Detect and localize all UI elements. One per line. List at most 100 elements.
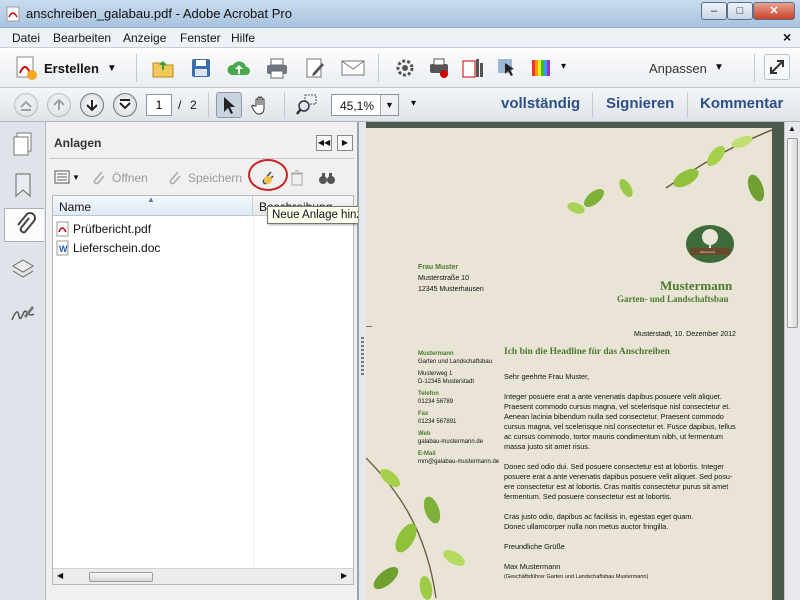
hand-tool-icon[interactable] [248,92,274,118]
menu-bearbeiten[interactable]: Bearbeiten [53,31,111,45]
sender-phone-label: Telefon [418,391,439,397]
chevron-down-icon[interactable]: ▼ [714,62,724,73]
next-page-icon[interactable] [80,93,104,117]
main-toolbar: Erstellen ▼ ▾ Anpassen ▼ [0,48,800,88]
bookmarks-icon[interactable] [6,168,40,202]
more-view-icon[interactable]: ▾ [411,98,416,109]
add-attachment-icon[interactable] [258,170,278,189]
column-header-name[interactable]: Name ▲ [53,195,253,216]
maximize-button[interactable]: □ [727,2,753,20]
fold-mark [366,326,372,327]
sender-web: galabau-mustermann.de [418,439,484,445]
first-page-icon[interactable] [14,93,38,117]
text-line: Donec sed odio dui. Sed posuere consecte… [504,462,724,471]
recipient-address: Frau Muster Musterstraße 10 12345 Muster… [418,262,484,295]
menu-datei[interactable]: Datei [12,31,40,45]
page-number-input[interactable] [146,94,172,116]
last-page-icon[interactable] [113,93,137,117]
sender-street: Musterweg 1 [418,371,453,377]
navigation-rail [0,122,46,600]
gear-icon[interactable] [392,55,418,81]
comment-pane-link[interactable]: Kommentar [700,95,783,112]
panel-splitter[interactable] [358,122,366,600]
create-label: Erstellen [44,60,99,76]
sign-pane-link[interactable]: Signieren [606,95,674,112]
select-arrow-icon[interactable] [216,92,242,118]
zoom-select[interactable]: 45,1% ▼ [331,94,399,116]
panel-options-icon[interactable]: ▶ [337,135,353,151]
navigation-toolbar: / 2 45,1% ▼ ▾ [0,88,800,122]
svg-text:W: W [59,244,68,254]
menu-bar: Datei Bearbeiten Anzeige Fenster Hilfe × [0,28,800,48]
scrollbar-thumb[interactable] [89,572,153,582]
save-attachment-button[interactable]: Speichern [166,170,242,186]
letter-paragraph-2: Donec sed odio dui. Sed posuere consecte… [504,462,772,502]
scroll-right-icon[interactable]: ▶ [341,571,347,580]
email-icon[interactable] [340,55,366,81]
scroll-left-icon[interactable]: ◀ [57,571,63,580]
chevron-down-icon: ▼ [72,172,80,182]
page-thumbnails-icon[interactable] [6,128,40,162]
panel-divider [50,158,354,159]
tools-pane-link[interactable]: vollständig [501,95,580,112]
letter-signer: Max Mustermann [504,562,561,571]
open-folder-icon[interactable] [150,55,176,81]
paperclip-open-icon [93,171,105,185]
cloud-upload-icon[interactable] [226,55,252,81]
print-icon[interactable] [264,55,290,81]
previous-page-icon[interactable] [47,93,71,117]
zoom-value: 45,1% [340,99,375,113]
toolbar-divider [687,92,688,118]
text-line: fermentum. Sed posuere consectetur est a… [504,492,672,501]
chevron-down-icon[interactable]: ▼ [380,95,398,115]
zoom-marquee-icon[interactable] [294,92,320,118]
attachment-name: Lieferschein.doc [73,241,161,255]
print-production-icon[interactable] [426,55,452,81]
close-document-button[interactable]: × [783,29,791,45]
text-line: cursus magna, vel scelerisque nisl conse… [504,422,736,431]
signatures-icon[interactable] [6,296,40,330]
scrollbar-thumb[interactable] [787,138,798,328]
open-attachment-button[interactable]: Öffnen [90,170,148,186]
text-line: Aenean lacinia bibendum nulla sed consec… [504,412,724,421]
options-menu-button[interactable]: ▼ [54,170,80,184]
collapse-panel-icon[interactable]: ◀◀ [316,135,332,151]
toolbar-divider [754,54,755,82]
layers-icon[interactable] [6,252,40,286]
customize-label[interactable]: Anpassen [649,61,707,76]
letter-headline: Ich bin die Headline für das Anschreiben [504,347,670,357]
close-window-button[interactable]: ✕ [753,2,795,20]
menu-anzeige[interactable]: Anzeige [123,31,166,45]
attachments-icon[interactable] [4,208,44,242]
cursor-select-icon[interactable] [494,55,520,81]
list-item[interactable]: Prüfbericht.pdf [56,221,151,237]
menu-fenster[interactable]: Fenster [180,31,221,45]
delete-trash-icon[interactable] [290,170,304,189]
edit-document-icon[interactable] [302,55,328,81]
attachments-list: Name ▲ Beschreibung Prüfbericht.pdf W Li… [52,195,354,585]
logo-text: Mustermann [700,250,716,254]
list-item[interactable]: W Lieferschein.doc [56,240,160,256]
fullscreen-icon[interactable] [764,54,790,80]
pdf-file-icon [6,6,20,22]
document-processing-icon[interactable] [460,55,486,81]
letter-date: Musterstadt, 10. Dezember 2012 [634,331,736,338]
search-binoculars-icon[interactable] [318,170,336,189]
vertical-scrollbar[interactable]: ▲ [784,122,800,600]
chevron-down-icon: ▼ [106,62,117,74]
sender-fax: 01234 567891 [418,419,457,425]
horizontal-scrollbar[interactable]: ◀ ▶ [53,568,353,584]
company-subtitle: Garten- und Landschaftsbau [617,294,729,304]
menu-hilfe[interactable]: Hilfe [231,31,255,45]
more-tools-icon[interactable]: ▾ [561,61,566,72]
color-swatch-icon[interactable] [528,55,554,81]
text-line: Cras justo odio, dapibus ac facilisis in… [504,512,694,521]
scroll-up-icon[interactable]: ▲ [788,124,796,133]
list-options-icon [54,170,70,184]
sender-phone: 01234 56789 [418,399,454,405]
minimize-button[interactable]: – [701,2,727,20]
pdf-file-icon [56,221,69,237]
create-button[interactable]: Erstellen ▼ [14,54,124,82]
word-document-icon: W [56,240,69,256]
save-disk-icon[interactable] [188,55,214,81]
